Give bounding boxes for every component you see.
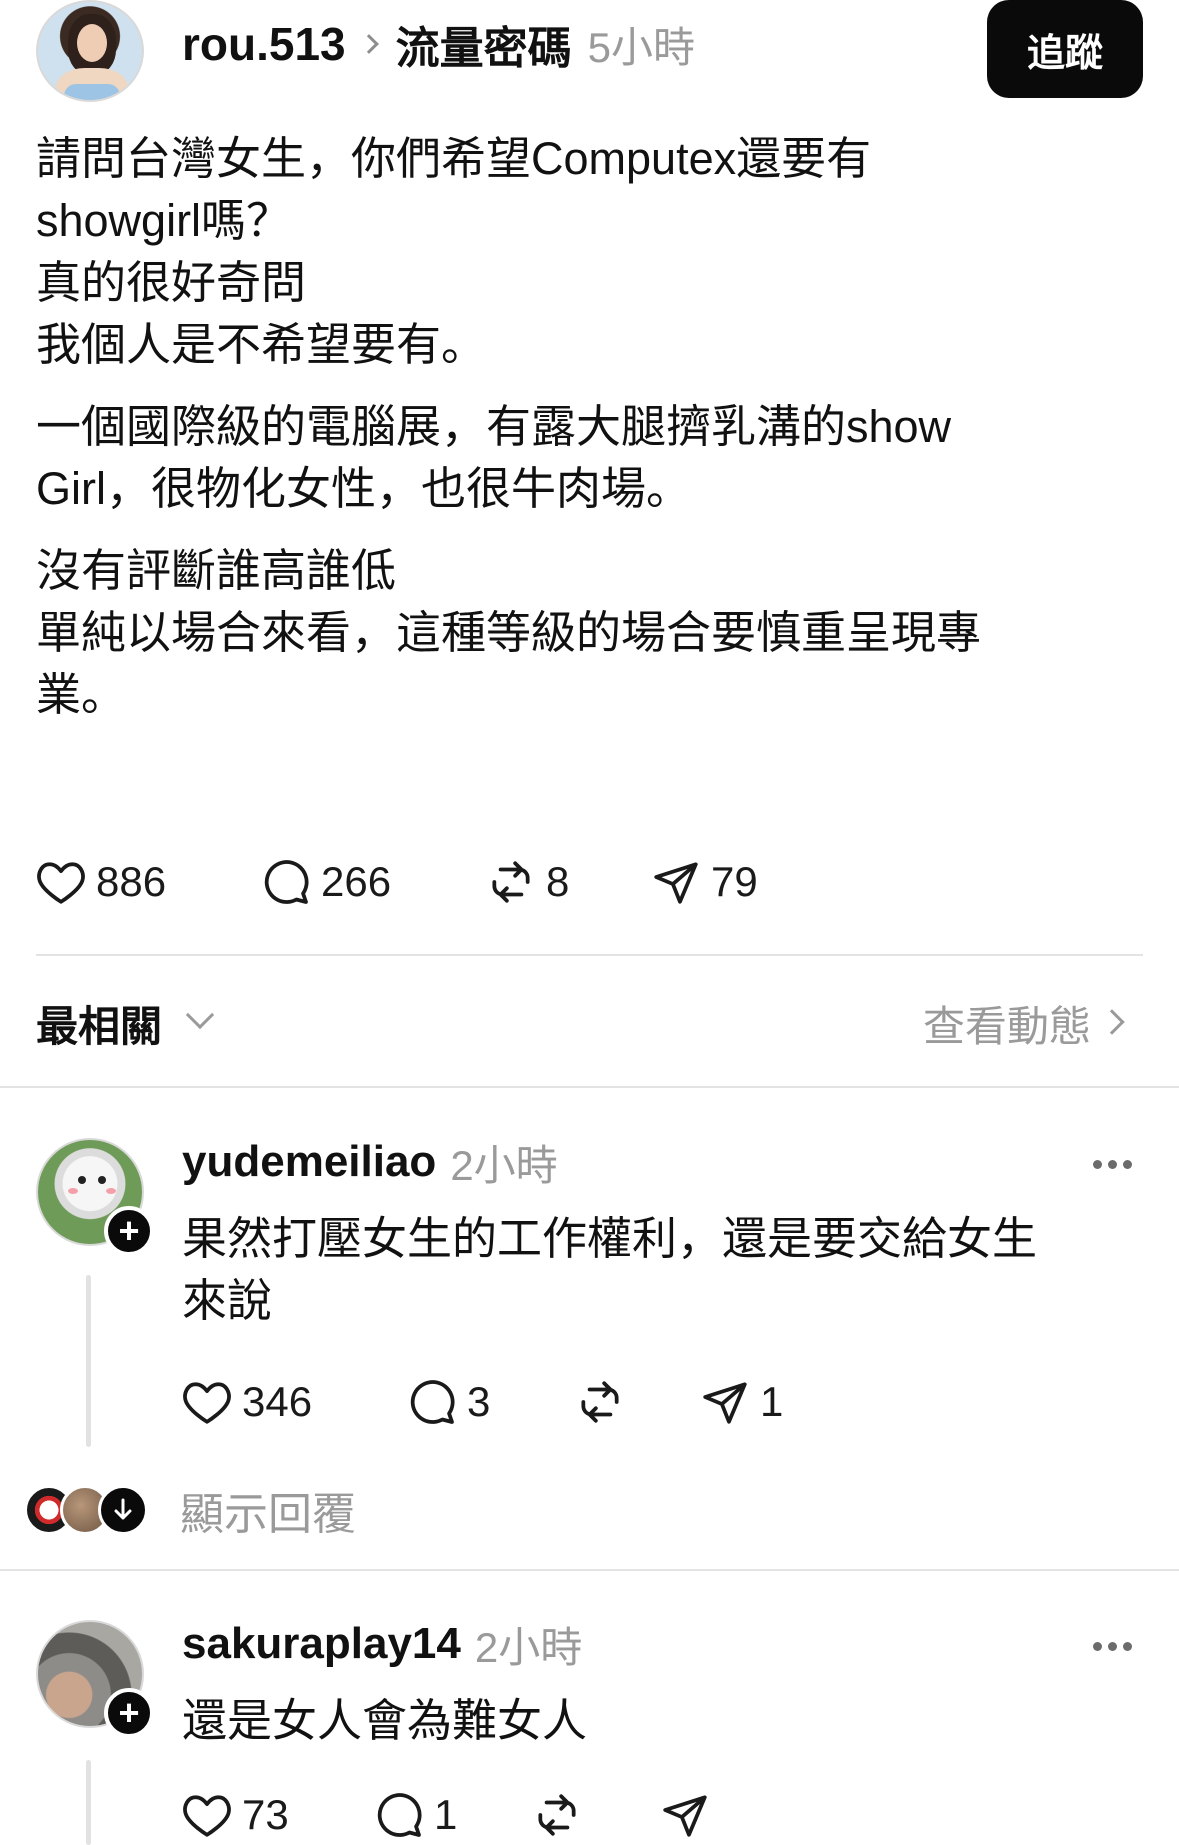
post-paragraph-3: 沒有評斷誰高誰低 單純以場合來看，這種等級的場合要慎重呈現專 業。 <box>36 545 982 720</box>
comment-count: 266 <box>321 858 392 905</box>
repost-button[interactable] <box>532 1790 660 1840</box>
more-dots-icon[interactable] <box>1093 1160 1132 1169</box>
like-button[interactable]: 73 <box>182 1791 374 1839</box>
heart-icon <box>183 1382 231 1424</box>
more-dots-icon[interactable] <box>1093 1642 1132 1651</box>
sort-dropdown[interactable]: 最相關 <box>36 993 162 1054</box>
repost-button[interactable] <box>575 1377 700 1427</box>
reply-button[interactable]: 3 <box>407 1377 575 1427</box>
sort-row: 最相關 查看動態 <box>36 985 1143 1055</box>
show-replies-label[interactable]: 顯示回覆 <box>180 1478 356 1542</box>
repost-icon <box>492 861 530 903</box>
heart-icon <box>37 862 85 904</box>
share-button[interactable]: 1 <box>700 1377 820 1427</box>
avatar-top <box>64 84 120 100</box>
thread-line <box>86 1760 91 1845</box>
section-divider <box>0 1086 1179 1088</box>
reply-button[interactable]: 1 <box>374 1790 532 1840</box>
comment-time: 2小時 <box>450 1141 558 1189</box>
like-count: 73 <box>242 1791 289 1838</box>
topic-tag[interactable]: 流量密碼 <box>396 12 572 76</box>
comment-actions: 73 1 <box>182 1785 780 1845</box>
like-count: 346 <box>242 1378 313 1425</box>
comment-avatar[interactable]: + <box>36 1138 154 1256</box>
share-button[interactable] <box>660 1790 780 1840</box>
comment-meta: yudemeiliao 2小時 <box>182 1132 558 1192</box>
post-paragraph-1: 請問台灣女生，你們希望Computex還要有 showgirl嗎？ 真的很好奇問… <box>36 133 872 370</box>
repost-icon <box>538 1794 576 1836</box>
like-button[interactable]: 886 <box>36 858 261 906</box>
post-paragraph-2: 一個國際級的電腦展，有露大腿擠乳溝的show Girl，很物化女性，也很牛肉場。 <box>36 401 952 514</box>
post-body: 請問台灣女生，你們希望Computex還要有 showgirl嗎？ 真的很好奇問… <box>36 128 1143 726</box>
reply-count: 3 <box>467 1378 491 1425</box>
comment-text: 果然打壓女生的工作權利，還是要交給女生 來說 <box>182 1213 1038 1326</box>
comment-avatar[interactable]: + <box>36 1620 154 1738</box>
comment-text: 還是女人會為難女人 <box>182 1695 588 1746</box>
send-icon <box>663 1795 707 1837</box>
reply-avatars <box>24 1485 152 1535</box>
section-divider <box>0 1569 1179 1571</box>
comment-button[interactable]: 266 <box>261 857 486 907</box>
repost-count: 8 <box>546 858 570 905</box>
like-button[interactable]: 346 <box>182 1378 407 1426</box>
chevron-right-icon[interactable] <box>1099 1009 1125 1035</box>
follow-plus-icon[interactable]: + <box>104 1688 154 1738</box>
show-replies-row[interactable]: 顯示回覆 <box>24 1480 356 1540</box>
comment-username[interactable]: sakuraplay14 <box>182 1619 461 1669</box>
author-avatar[interactable] <box>36 0 144 102</box>
follow-button[interactable]: 追蹤 <box>987 0 1143 98</box>
reply-count: 1 <box>434 1791 458 1838</box>
post-actions: 886 266 8 79 <box>36 852 811 912</box>
comment-bubble-icon <box>264 860 309 904</box>
send-icon <box>703 1382 747 1424</box>
post-meta: rou.513 流量密碼 5小時 <box>182 14 695 74</box>
repost-icon <box>581 1381 619 1423</box>
chevron-down-icon[interactable] <box>185 1000 215 1030</box>
comment-meta: sakuraplay14 2小時 <box>182 1614 582 1674</box>
share-count: 79 <box>711 858 758 905</box>
heart-icon <box>183 1795 231 1837</box>
post-divider <box>36 954 1143 956</box>
comment-time: 2小時 <box>474 1623 583 1671</box>
comment-bubble-icon <box>377 1793 422 1837</box>
avatar-face <box>77 24 107 62</box>
repost-button[interactable]: 8 <box>486 857 651 907</box>
comment-actions: 346 3 1 <box>182 1372 820 1432</box>
arrow-down-icon[interactable] <box>98 1485 148 1535</box>
share-count: 1 <box>760 1378 784 1425</box>
like-count: 886 <box>96 858 167 905</box>
post-header: rou.513 流量密碼 5小時 追蹤 <box>36 0 1143 102</box>
share-button[interactable]: 79 <box>651 857 811 907</box>
comment-username[interactable]: yudemeiliao <box>182 1137 436 1187</box>
post-time: 5小時 <box>587 23 695 71</box>
author-username[interactable]: rou.513 <box>182 17 346 71</box>
view-activity-link[interactable]: 查看動態 <box>923 993 1091 1054</box>
send-icon <box>654 862 698 904</box>
comment-bubble-icon <box>410 1380 455 1424</box>
follow-plus-icon[interactable]: + <box>104 1206 154 1256</box>
thread-line <box>86 1275 91 1447</box>
chevron-right-icon <box>358 34 379 54</box>
